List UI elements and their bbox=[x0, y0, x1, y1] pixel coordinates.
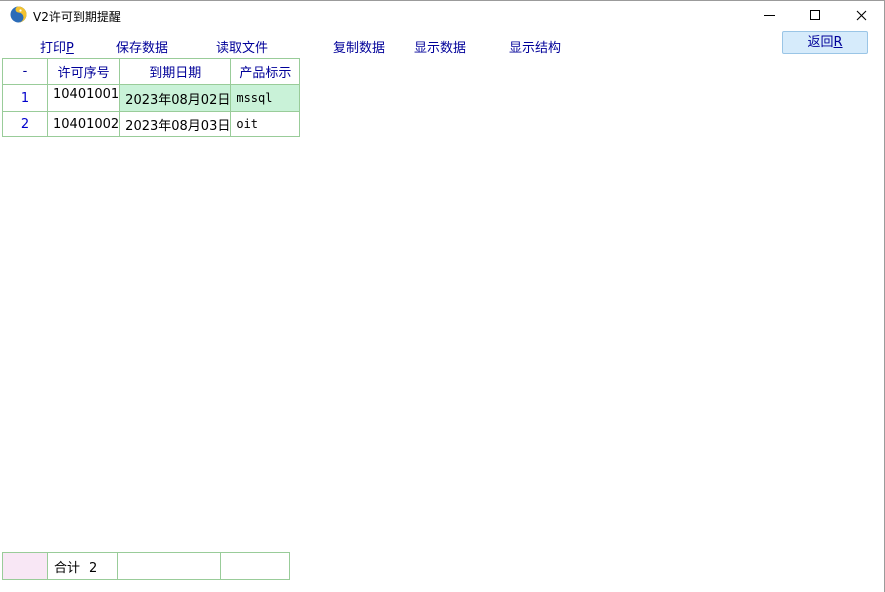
menu-print-accesskey: P bbox=[66, 41, 74, 56]
menu-show-structure-label: 显示结构 bbox=[509, 41, 561, 56]
return-button-accesskey: R bbox=[833, 35, 842, 50]
table-row: 1 10401001 2023年08月02日 mssql bbox=[3, 85, 300, 112]
return-button-label: 返回 bbox=[807, 35, 833, 50]
cell-license-no[interactable]: 10401001 bbox=[48, 85, 120, 112]
summary-total-label: 合计 bbox=[54, 561, 80, 576]
header-row: - 许可序号 到期日期 产品标示 bbox=[3, 59, 300, 85]
header-license-no[interactable]: 许可序号 bbox=[48, 59, 120, 85]
return-button[interactable]: 返回R bbox=[782, 31, 868, 54]
header-product[interactable]: 产品标示 bbox=[231, 59, 300, 85]
menu-show-data-label: 显示数据 bbox=[414, 41, 466, 56]
menu-save-data-label: 保存数据 bbox=[116, 41, 168, 56]
table-row: 2 10401002 2023年08月03日 oit bbox=[3, 112, 300, 137]
menu-save-data[interactable]: 保存数据 bbox=[116, 37, 168, 56]
menu-print-label: 打印 bbox=[40, 41, 66, 56]
summary-total-cell: 合计 2 bbox=[48, 553, 118, 580]
window-title: V2许可到期提醒 bbox=[33, 8, 121, 25]
cell-product[interactable]: oit bbox=[231, 112, 300, 137]
cell-expire-date[interactable]: 2023年08月03日 bbox=[120, 112, 231, 137]
summary-selector-cell bbox=[3, 553, 48, 580]
summary-empty-cell bbox=[221, 553, 290, 580]
cell-row-number[interactable]: 2 bbox=[3, 112, 48, 137]
close-icon bbox=[856, 10, 867, 21]
data-grid: - 许可序号 到期日期 产品标示 1 10401001 2023年08月02日 … bbox=[2, 58, 300, 137]
app-window: V2许可到期提醒 打印P 保存数据 读取文件 复制数据 显示数据 显示结构 返回… bbox=[0, 0, 885, 592]
close-button[interactable] bbox=[838, 1, 884, 29]
app-icon bbox=[10, 6, 27, 23]
window-controls bbox=[746, 1, 884, 29]
menu-show-data[interactable]: 显示数据 bbox=[414, 37, 466, 56]
menu-copy-data-label: 复制数据 bbox=[333, 41, 385, 56]
menu-print[interactable]: 打印P bbox=[40, 37, 74, 56]
minimize-icon bbox=[764, 15, 775, 16]
maximize-icon bbox=[810, 10, 820, 20]
cell-product[interactable]: mssql bbox=[231, 85, 300, 112]
summary-empty-cell bbox=[118, 553, 221, 580]
header-expire-date[interactable]: 到期日期 bbox=[120, 59, 231, 85]
menu-read-file[interactable]: 读取文件 bbox=[216, 37, 268, 56]
cell-license-no[interactable]: 10401002 bbox=[48, 112, 120, 137]
cell-row-number[interactable]: 1 bbox=[3, 85, 48, 112]
menu-show-structure[interactable]: 显示结构 bbox=[509, 37, 561, 56]
minimize-button[interactable] bbox=[746, 1, 792, 29]
cell-expire-date[interactable]: 2023年08月02日 bbox=[120, 85, 231, 112]
menu-read-file-label: 读取文件 bbox=[216, 41, 268, 56]
toolbar: 打印P 保存数据 读取文件 复制数据 显示数据 显示结构 返回R bbox=[0, 29, 884, 58]
maximize-button[interactable] bbox=[792, 1, 838, 29]
menu-copy-data[interactable]: 复制数据 bbox=[333, 37, 385, 56]
summary-row: 合计 2 bbox=[2, 552, 290, 580]
header-row-selector[interactable]: - bbox=[3, 59, 48, 85]
title-bar: V2许可到期提醒 bbox=[0, 1, 884, 29]
summary-total-count: 2 bbox=[89, 561, 97, 576]
